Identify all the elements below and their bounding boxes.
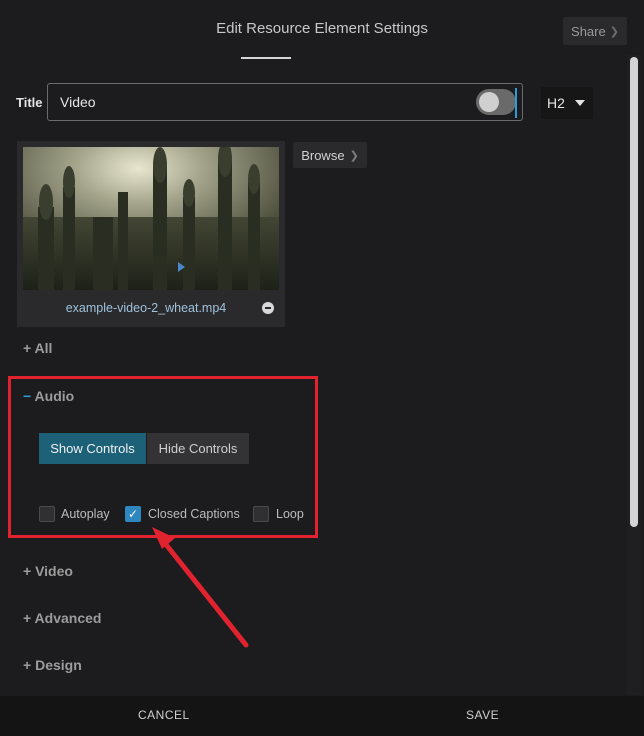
autoplay-checkbox[interactable] <box>39 506 55 522</box>
plus-icon: + <box>23 610 35 626</box>
loop-checkbox[interactable] <box>253 506 269 522</box>
section-video[interactable]: + Video <box>23 563 73 579</box>
section-advanced-label: Advanced <box>34 610 102 626</box>
share-label: Share <box>571 23 606 39</box>
closed-captions-checkbox[interactable]: ✓ <box>125 506 141 522</box>
hide-controls-button[interactable]: Hide Controls <box>147 433 249 464</box>
heading-level-select[interactable]: H2 <box>541 87 593 119</box>
section-video-label: Video <box>35 563 73 579</box>
section-design[interactable]: + Design <box>23 657 82 673</box>
browse-label: Browse <box>301 147 345 163</box>
plus-icon: + <box>23 563 36 579</box>
caret-down-icon <box>574 100 585 106</box>
remove-media-icon[interactable] <box>262 302 274 314</box>
closed-captions-label: Closed Captions <box>148 507 240 521</box>
dialog-footer <box>0 696 644 736</box>
plus-icon: + <box>23 657 36 673</box>
video-thumbnail[interactable] <box>23 147 279 290</box>
plus-icon: + <box>23 340 35 356</box>
title-input[interactable]: Video <box>47 83 523 121</box>
title-underline <box>241 57 291 59</box>
section-design-label: Design <box>35 657 82 673</box>
section-audio[interactable]: − Audio <box>23 388 74 404</box>
save-button[interactable]: SAVE <box>466 708 499 722</box>
title-visibility-toggle[interactable] <box>476 89 516 115</box>
share-button[interactable]: Share ❯ <box>563 17 627 45</box>
dialog-title: Edit Resource Element Settings <box>216 20 428 37</box>
title-label: Title <box>16 95 43 110</box>
media-card: example-video-2_wheat.mp4 <box>17 141 285 327</box>
show-controls-button[interactable]: Show Controls <box>39 433 146 464</box>
heading-level-value: H2 <box>547 95 565 111</box>
chevron-right-icon: ❯ <box>349 149 359 162</box>
section-all[interactable]: + All <box>23 340 52 356</box>
chevron-right-icon: ❯ <box>609 25 619 38</box>
minus-icon: − <box>23 388 35 404</box>
title-input-value: Video <box>60 94 96 110</box>
check-icon: ✓ <box>127 507 139 521</box>
media-filename[interactable]: example-video-2_wheat.mp4 <box>17 301 275 315</box>
loop-label: Loop <box>276 507 304 521</box>
autoplay-label: Autoplay <box>61 507 110 521</box>
input-focus-indicator <box>515 88 517 118</box>
browse-button[interactable]: Browse ❯ <box>293 142 367 168</box>
scrollbar-thumb[interactable] <box>630 57 638 527</box>
section-advanced[interactable]: + Advanced <box>23 610 101 626</box>
section-all-label: All <box>34 340 53 356</box>
section-audio-label: Audio <box>34 388 75 404</box>
wheat-image <box>23 147 279 290</box>
cancel-button[interactable]: CANCEL <box>138 708 190 722</box>
